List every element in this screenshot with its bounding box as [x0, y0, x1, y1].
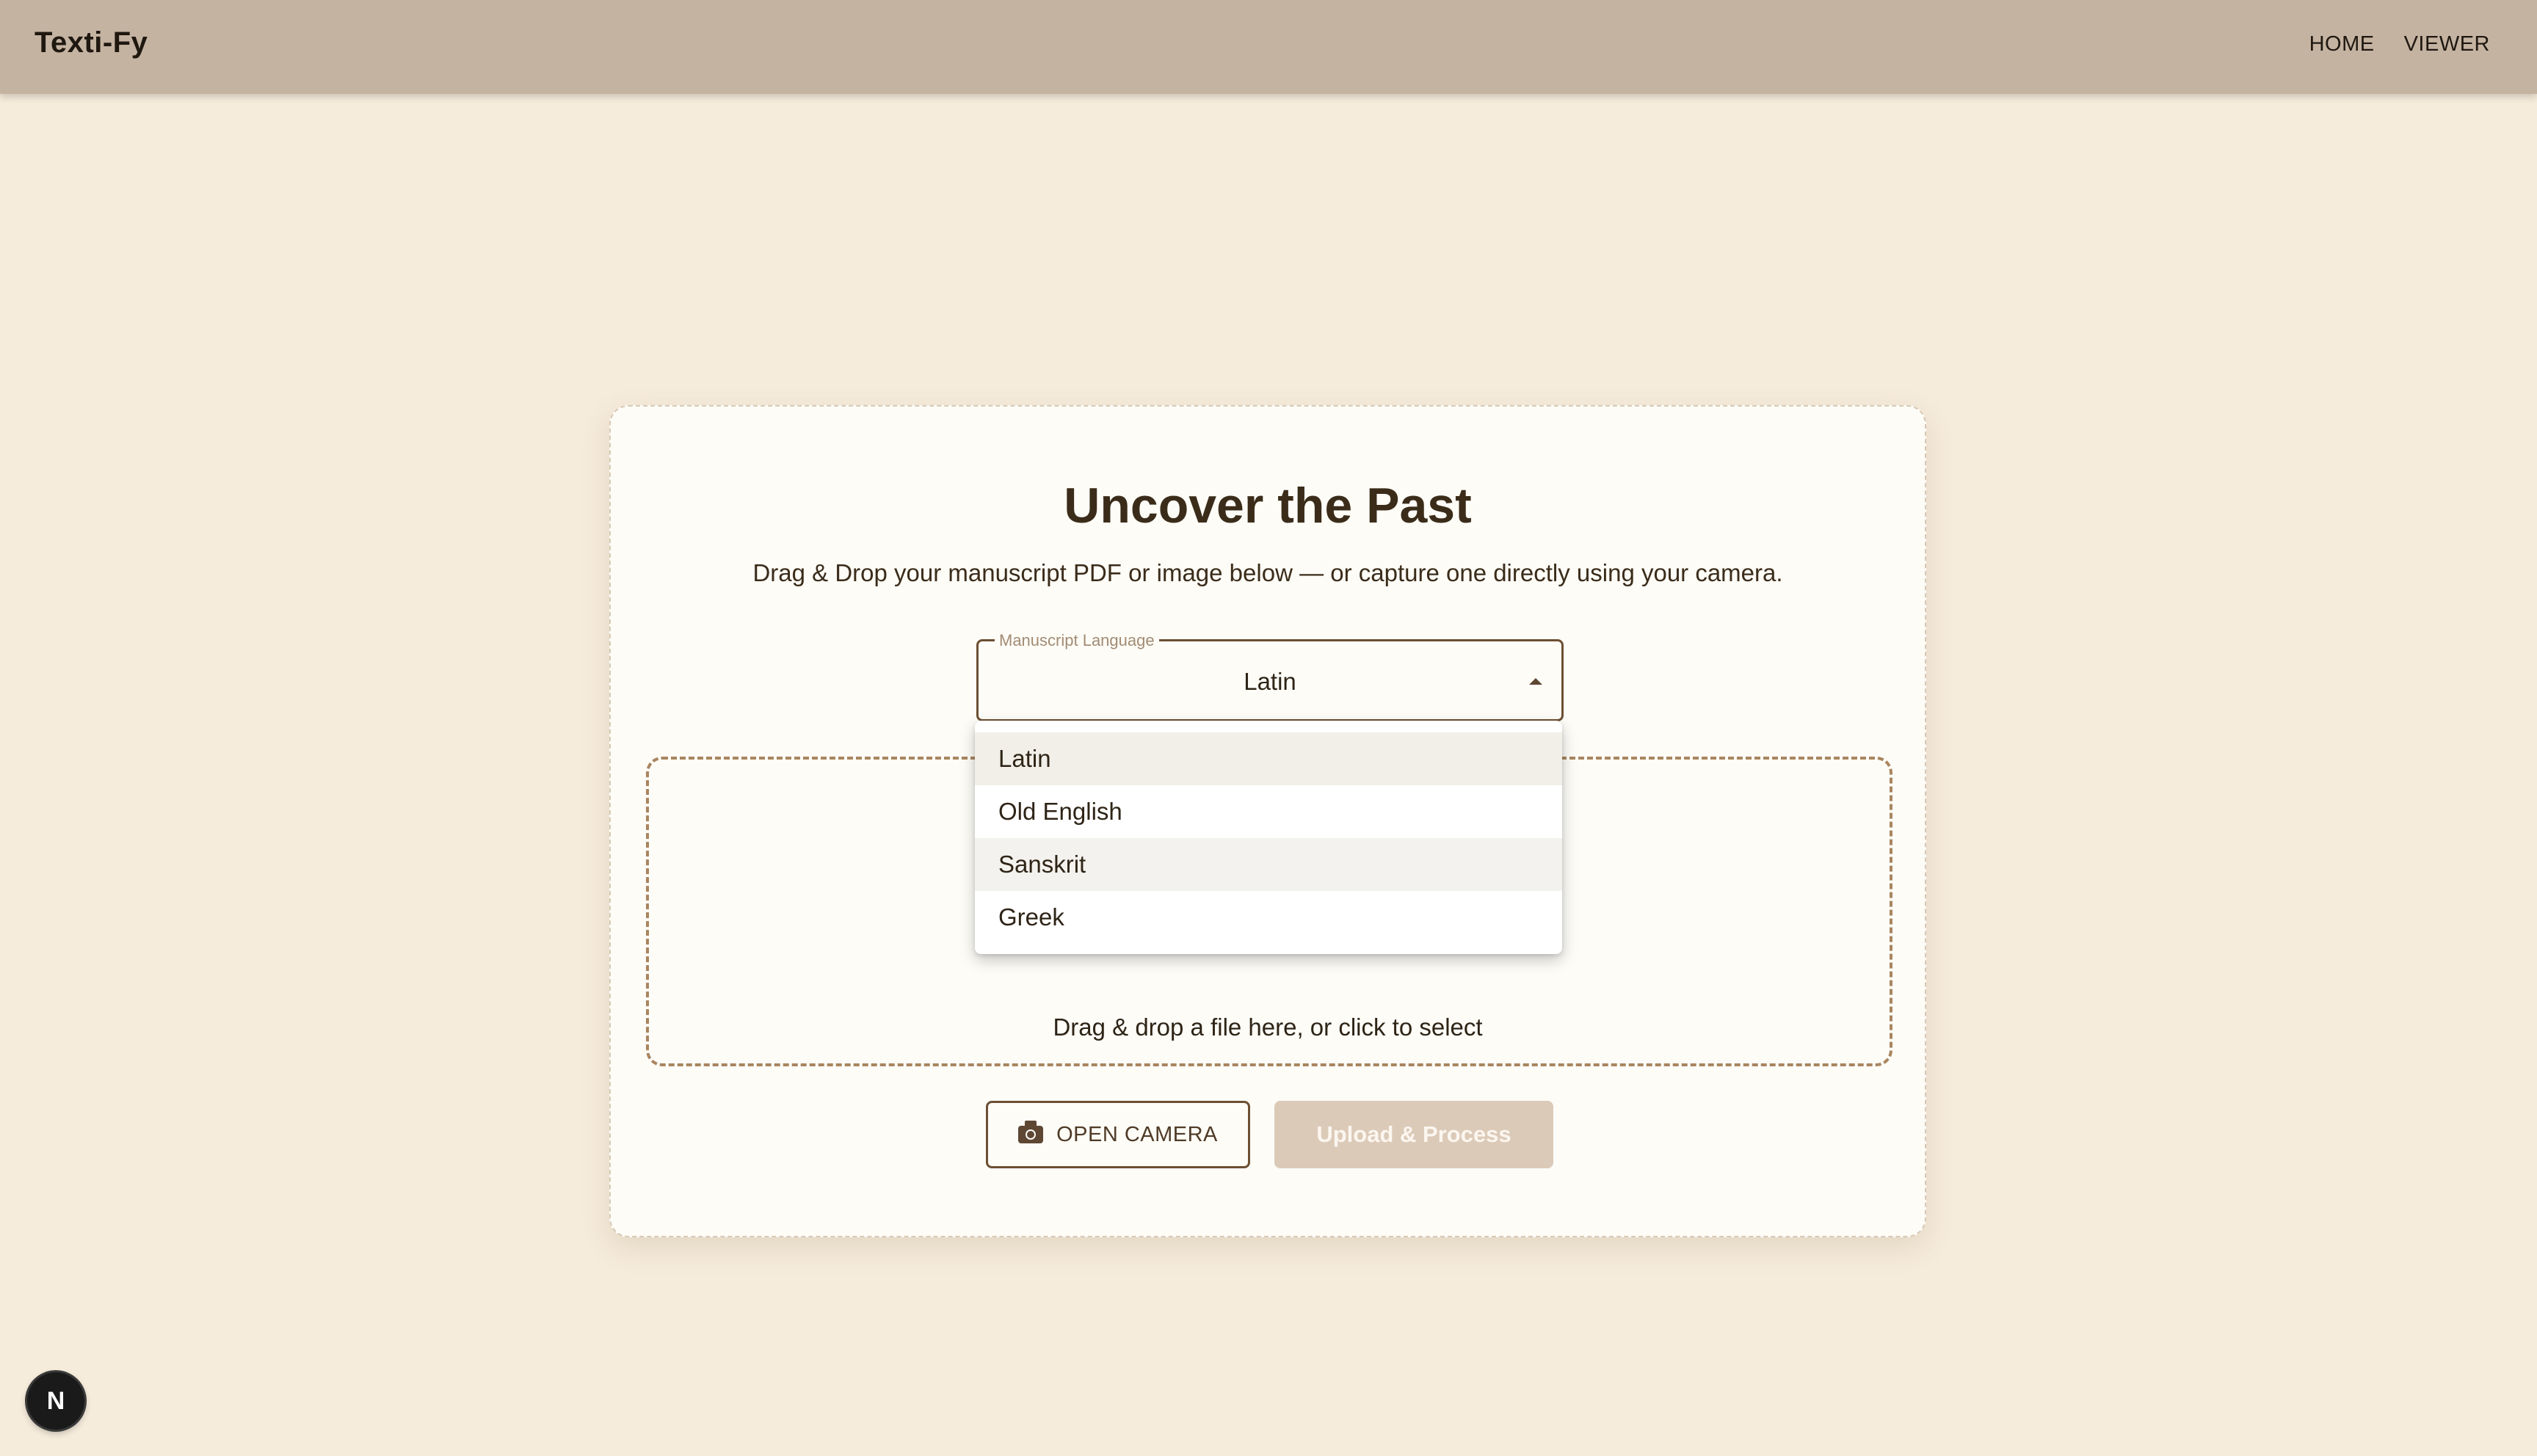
app-bar: Texti-Fy HOME VIEWER	[0, 0, 2537, 94]
manuscript-language-label: Manuscript Language	[995, 631, 1159, 650]
dev-tools-badge-letter: N	[46, 1386, 65, 1415]
top-nav: HOME VIEWER	[2309, 32, 2490, 57]
dropzone-instructions: Drag & drop a file here, or click to sel…	[1053, 1013, 1483, 1041]
upload-process-label: Upload & Process	[1316, 1121, 1511, 1147]
upload-process-button[interactable]: Upload & Process	[1274, 1101, 1553, 1168]
nav-viewer-link[interactable]: VIEWER	[2404, 32, 2490, 57]
arrow-drop-up-icon	[1529, 678, 1542, 685]
nav-home-link[interactable]: HOME	[2309, 32, 2375, 57]
language-option-greek[interactable]: Greek	[975, 891, 1562, 944]
manuscript-language-select[interactable]: Manuscript Language Latin	[976, 631, 1564, 721]
page-subtitle: Drag & Drop your manuscript PDF or image…	[752, 559, 1783, 586]
page-title: Uncover the Past	[1064, 478, 1472, 534]
open-camera-button[interactable]: OPEN CAMERA	[986, 1101, 1250, 1168]
language-option-sanskrit[interactable]: Sanskrit	[975, 838, 1562, 891]
open-camera-label: OPEN CAMERA	[1056, 1122, 1218, 1146]
language-option-old-english[interactable]: Old English	[975, 785, 1562, 838]
brand-logo[interactable]: Texti-Fy	[35, 26, 148, 59]
language-option-latin[interactable]: Latin	[975, 732, 1562, 785]
camera-icon	[1018, 1121, 1044, 1143]
dev-tools-badge[interactable]: N	[27, 1372, 84, 1430]
manuscript-language-value: Latin	[1244, 668, 1296, 695]
language-options-menu: Latin Old English Sanskrit Greek	[975, 721, 1562, 954]
